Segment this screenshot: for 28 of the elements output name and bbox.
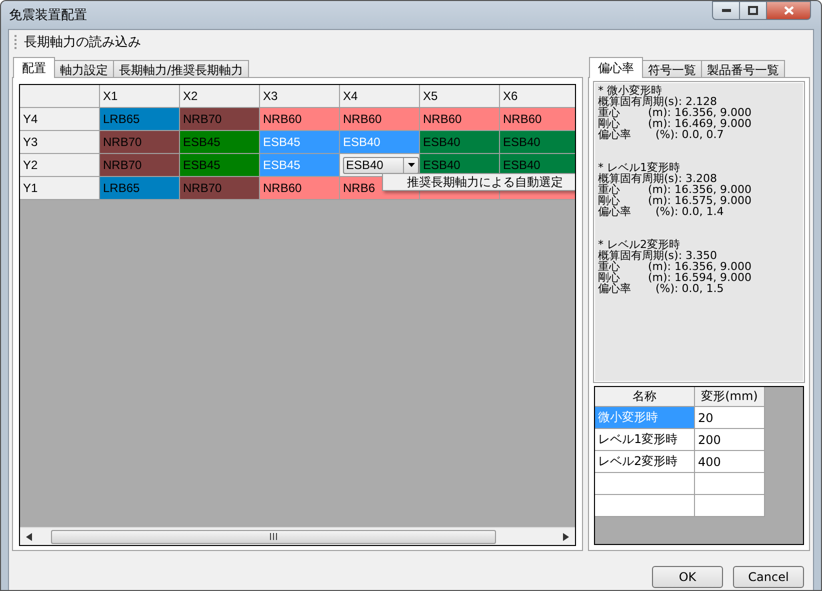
report-heading: * レベル2変形時 [598,239,680,250]
report-heading: * 微小変形時 [598,85,662,96]
report-line: 重心 (m): 16.356, 9.000 [598,184,752,195]
report-line: 重心 (m): 16.356, 9.000 [598,107,752,118]
row-header: Y4 [20,108,100,131]
report-line: 偏心率 (%): 0.0, 0.7 [598,129,725,140]
report-line: 概算固有周期(s): 3.208 [598,173,718,184]
column-header: X3 [260,85,340,108]
report-line: 剛心 (m): 16.594, 9.000 [598,272,752,283]
report-line: 偏心率 (%): 0.0, 1.4 [598,206,725,217]
column-header: X4 [340,85,420,108]
row-header: Y3 [20,131,100,154]
report-line: 偏心率 (%): 0.0, 1.5 [598,283,725,294]
column-header: X6 [500,85,575,108]
row-header: Y1 [20,177,100,200]
report-line: 概算固有周期(s): 2.128 [598,96,718,107]
row-header: Y2 [20,154,100,177]
report-line: 概算固有周期(s): 3.350 [598,250,718,261]
column-header: 名称 [595,387,695,407]
column-header: X2 [180,85,260,108]
column-header: X5 [420,85,500,108]
report-line: 剛心 (m): 16.469, 9.000 [598,118,752,129]
window-title: 免震装置配置 [9,7,88,24]
report-line: 重心 (m): 16.356, 9.000 [598,261,752,272]
column-header: 変形(mm) [695,387,765,407]
report-line: 剛心 (m): 16.575, 9.000 [598,195,752,206]
column-header: X1 [100,85,180,108]
report-heading: * レベル1変形時 [598,162,680,173]
